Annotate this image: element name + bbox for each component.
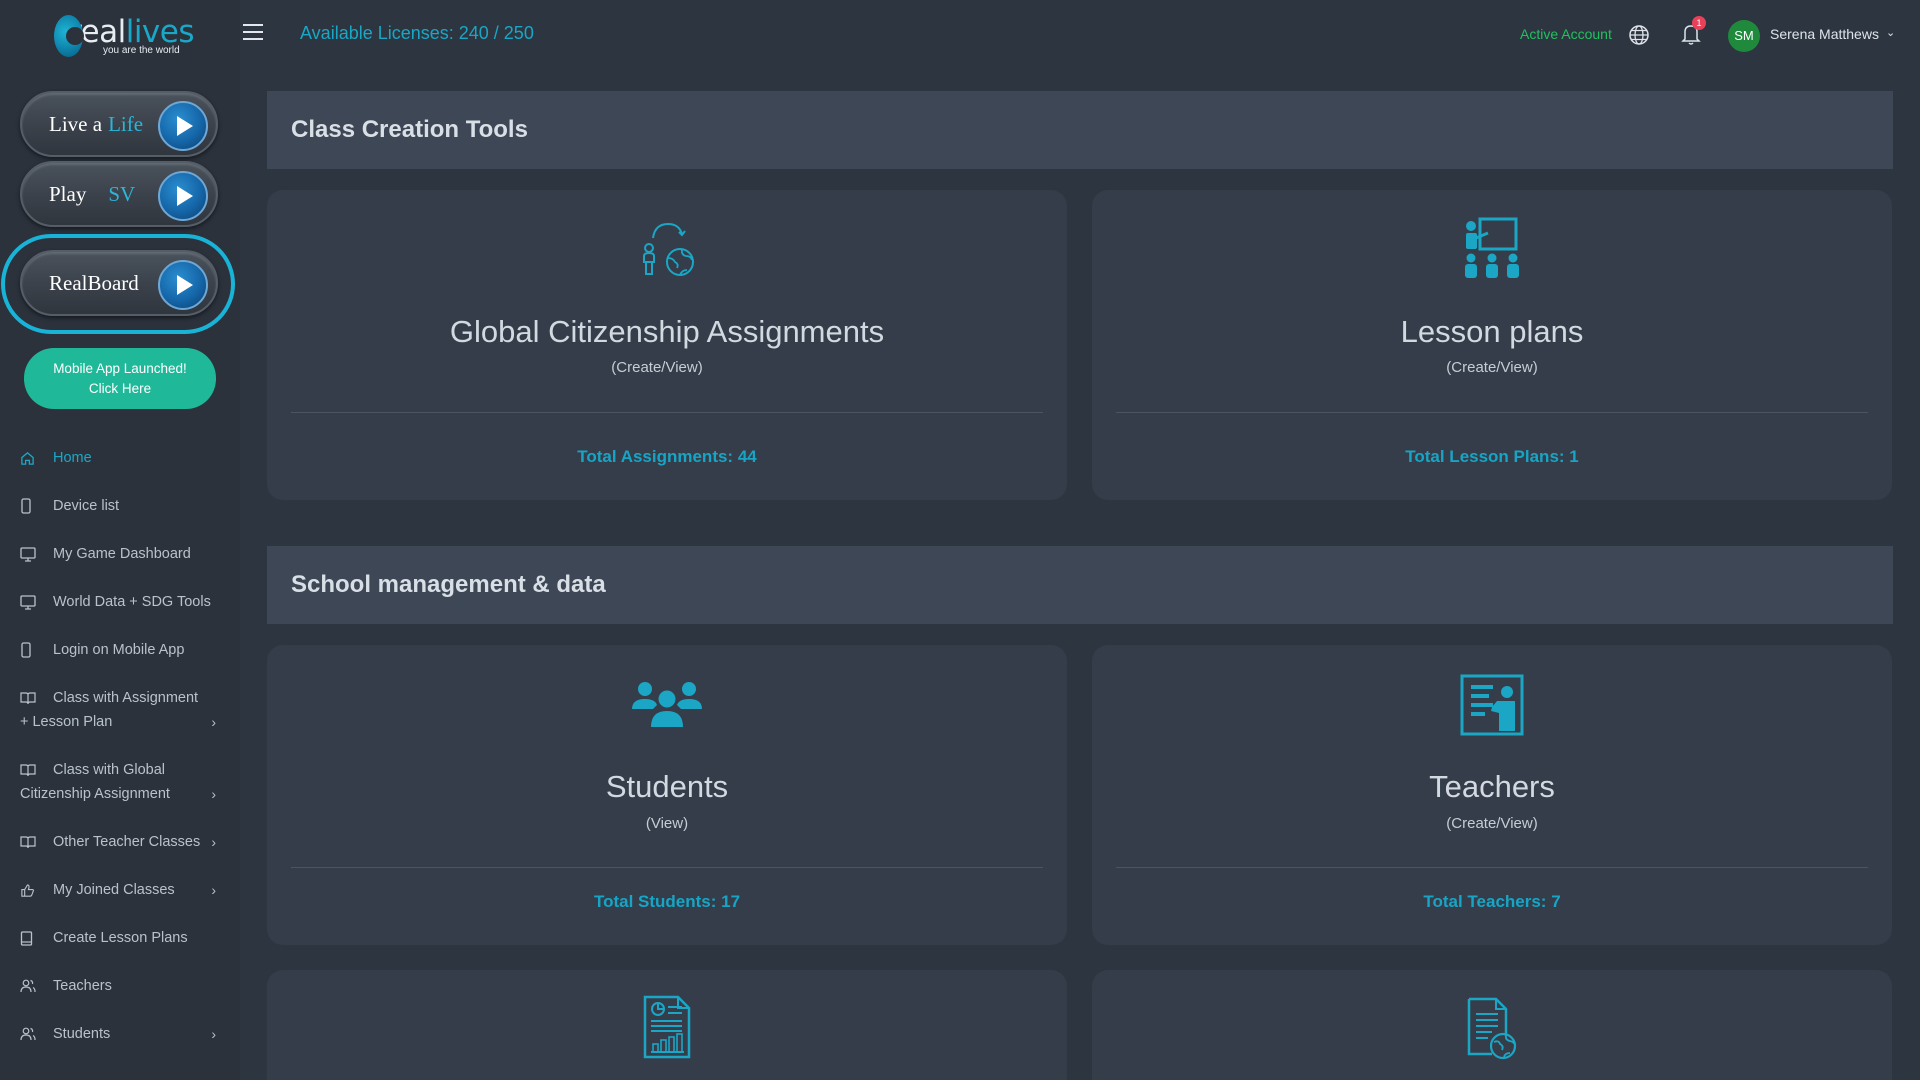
students-card[interactable]: Students (View) Total Students: 17 <box>267 645 1067 945</box>
sidebar-item-label: Teachers <box>53 978 112 994</box>
sidebar-item-label: My Joined Classes <box>53 882 175 898</box>
monitor-icon <box>20 590 40 614</box>
available-licenses: Available Licenses: 240 / 250 <box>300 23 534 43</box>
sidebar-item-label: Home <box>53 450 92 466</box>
sidebar-item-label: Login on Mobile App <box>53 642 185 658</box>
classroom-icon <box>1462 216 1522 289</box>
play-icon <box>158 171 208 221</box>
sidebar-item-label-line1: Class with Assignment <box>53 690 199 706</box>
sidebar: reallives you are the world Live a Life … <box>0 0 240 1080</box>
home-icon <box>20 446 40 470</box>
thumbs-up-icon <box>20 878 40 902</box>
card-subtitle: (Create/View) <box>1446 359 1538 376</box>
chevron-right-icon: › <box>211 786 216 802</box>
play-sv-button[interactable]: Play SV <box>20 161 218 227</box>
card-total[interactable]: Total Lesson Plans: 1 <box>1092 447 1892 467</box>
chevron-right-icon: › <box>211 882 216 898</box>
sidebar-item-label: Device list <box>53 498 120 514</box>
hamburger-menu-icon[interactable] <box>243 24 267 44</box>
sidebar-item-game-dashboard[interactable]: My Game Dashboard <box>20 542 220 566</box>
teacher-icon <box>1459 673 1525 742</box>
card-title: Global Citizenship Assignments <box>449 314 885 349</box>
sidebar-item-label-line1: Class with Global <box>53 762 166 778</box>
card-title: Lesson plans <box>1400 314 1584 349</box>
book-icon <box>20 686 40 710</box>
mobile-promo-line1: Mobile App Launched! <box>53 360 187 376</box>
sidebar-item-label: Create Lesson Plans <box>53 930 188 946</box>
mobile-app-promo-button[interactable]: Mobile App Launched! Click Here <box>24 348 216 409</box>
game-button-label: RealBoard <box>49 270 139 295</box>
report-icon <box>642 994 692 1065</box>
sidebar-item-world-data[interactable]: World Data + SDG Tools <box>20 590 220 614</box>
document-icon <box>20 926 40 950</box>
sidebar-item-create-lesson-plans[interactable]: Create Lesson Plans <box>20 926 220 950</box>
students-icon <box>631 679 703 734</box>
chevron-right-icon: › <box>211 834 216 850</box>
chevron-right-icon: › <box>211 714 216 730</box>
chevron-down-icon[interactable]: ⌄ <box>1886 26 1895 39</box>
monitor-icon <box>20 542 40 566</box>
card-subtitle: (View) <box>645 815 689 832</box>
sidebar-item-device-list[interactable]: Device list <box>20 494 220 518</box>
logo-mark-icon <box>54 15 84 57</box>
teachers-card[interactable]: Teachers (Create/View) Total Teachers: 7 <box>1092 645 1892 945</box>
card-divider <box>291 412 1043 413</box>
chevron-right-icon: › <box>211 1026 216 1042</box>
world-document-icon <box>1466 996 1518 1065</box>
notification-badge: 1 <box>1692 16 1706 30</box>
sidebar-item-label: My Game Dashboard <box>53 546 191 562</box>
logo-tagline: you are the world <box>102 44 180 56</box>
play-icon <box>158 260 208 310</box>
sidebar-item-label-line2: Citizenship Assignment <box>20 786 170 802</box>
phone-icon <box>20 494 40 518</box>
reallives-logo[interactable]: reallives you are the world <box>54 10 195 62</box>
globe-icon[interactable] <box>1628 24 1650 51</box>
global-citizenship-card[interactable]: Global Citizenship Assignments (Create/V… <box>267 190 1067 500</box>
sidebar-item-home[interactable]: Home <box>20 446 220 470</box>
sidebar-item-label: Other Teacher Classes <box>53 834 201 850</box>
reports-card[interactable] <box>267 970 1067 1080</box>
section-header: School management & data <box>267 546 1893 624</box>
book-icon <box>20 830 40 854</box>
sidebar-item-label: Students <box>53 1026 111 1042</box>
card-title: Students <box>605 769 729 804</box>
account-status: Active Account <box>1520 26 1612 42</box>
avatar[interactable]: SM <box>1728 20 1760 52</box>
card-total[interactable]: Total Students: 17 <box>267 892 1067 912</box>
game-button-accent: Life <box>108 111 144 136</box>
card-subtitle: (Create/View) <box>1446 815 1538 832</box>
game-button-accent: SV <box>108 181 136 206</box>
card-divider <box>1116 867 1868 868</box>
card-subtitle: (Create/View) <box>611 359 703 376</box>
global-citizenship-icon <box>637 218 697 285</box>
sidebar-item-label-line2: + Lesson Plan <box>20 714 113 730</box>
users-icon <box>20 1022 40 1046</box>
play-icon <box>158 101 208 151</box>
card-divider <box>291 867 1043 868</box>
live-a-life-button[interactable]: Live a Life <box>20 91 218 157</box>
card-title: Teachers <box>1429 769 1555 804</box>
sidebar-item-teachers[interactable]: Teachers <box>20 974 220 998</box>
game-button-label: Play <box>49 181 87 206</box>
card-total[interactable]: Total Assignments: 44 <box>267 447 1067 467</box>
sidebar-item-students[interactable]: Students › <box>20 1022 220 1046</box>
sidebar-item-login-mobile[interactable]: Login on Mobile App <box>20 638 220 662</box>
section-header: Class Creation Tools <box>267 91 1893 169</box>
game-button-label: Live a <box>49 111 103 136</box>
mobile-promo-line2: Click Here <box>88 380 152 396</box>
sidebar-item-other-teacher-classes[interactable]: Other Teacher Classes › <box>20 830 220 854</box>
card-total[interactable]: Total Teachers: 7 <box>1092 892 1892 912</box>
realboard-button[interactable]: RealBoard <box>20 250 218 316</box>
sidebar-item-class-assignment-lesson[interactable]: Class with Assignment + Lesson Plan › <box>20 686 220 734</box>
user-name[interactable]: Serena Matthews <box>1770 26 1879 42</box>
users-icon <box>20 974 40 998</box>
card-divider <box>1116 412 1868 413</box>
sidebar-item-joined-classes[interactable]: My Joined Classes › <box>20 878 220 902</box>
lesson-plans-card[interactable]: Lesson plans (Create/View) Total Lesson … <box>1092 190 1892 500</box>
world-data-card[interactable] <box>1092 970 1892 1080</box>
sidebar-item-label: World Data + SDG Tools <box>53 594 211 610</box>
sidebar-item-class-global-citizenship[interactable]: Class with Global Citizenship Assignment… <box>20 758 220 806</box>
book-icon <box>20 758 40 782</box>
phone-icon <box>20 638 40 662</box>
